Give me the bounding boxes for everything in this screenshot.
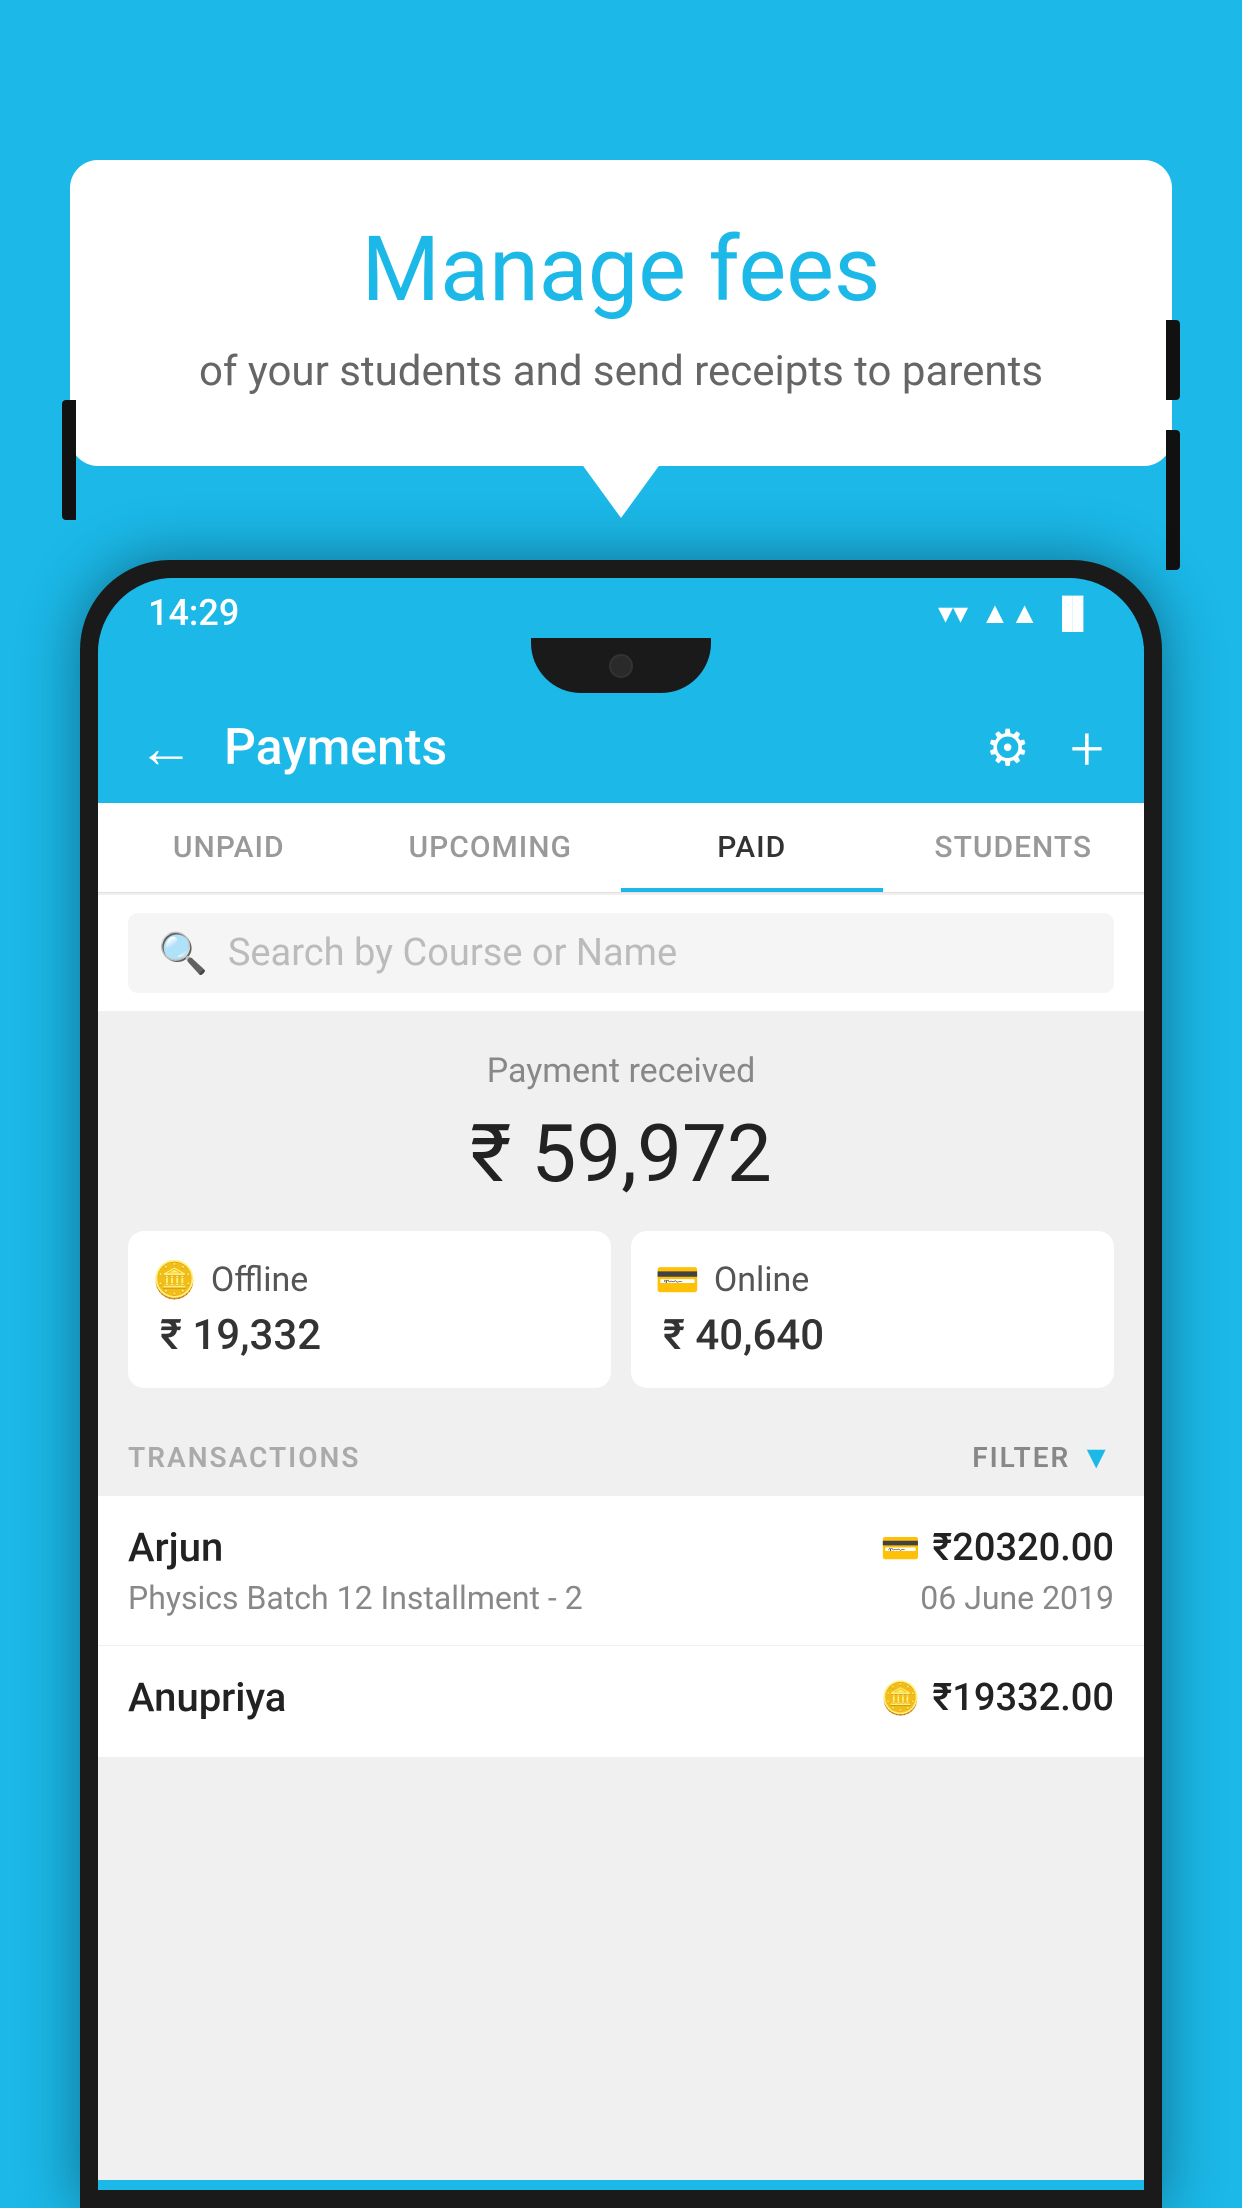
transactions-header: TRANSACTIONS FILTER ▼ xyxy=(98,1418,1144,1496)
tab-unpaid[interactable]: UNPAID xyxy=(98,803,360,892)
amount-value: ₹20320.00 xyxy=(932,1526,1114,1570)
notch-area xyxy=(98,638,1144,693)
transaction-row-top: Arjun 💳 ₹20320.00 xyxy=(128,1524,1114,1571)
app-header: ← Payments ⚙ + xyxy=(98,693,1144,803)
payment-cards: 🪙 Offline ₹ 19,332 💳 Online ₹ 40,640 xyxy=(98,1231,1144,1418)
speech-bubble: Manage fees of your students and send re… xyxy=(70,160,1172,466)
table-row[interactable]: Anupriya 🪙 ₹19332.00 xyxy=(98,1646,1144,1758)
payment-received-label: Payment received xyxy=(98,1051,1144,1091)
offline-label: Offline xyxy=(211,1260,308,1300)
payment-summary: Payment received ₹ 59,972 xyxy=(98,1011,1144,1231)
tabs: UNPAID UPCOMING PAID STUDENTS xyxy=(98,803,1144,893)
cash-payment-icon: 🪙 xyxy=(881,1679,921,1717)
status-time: 14:29 xyxy=(148,592,239,634)
filter-icon: ▼ xyxy=(1080,1438,1114,1476)
signal-icon: ▲▲ xyxy=(980,596,1039,631)
header-icons: ⚙ + xyxy=(985,713,1104,784)
speech-bubble-title: Manage fees xyxy=(140,220,1102,319)
online-icon: 💳 xyxy=(655,1259,700,1301)
payment-received-amount: ₹ 59,972 xyxy=(98,1107,1144,1201)
tab-students[interactable]: STUDENTS xyxy=(883,803,1145,892)
phone-screen: 14:29 ▾▾ ▲▲ ▐▌ ← Payments ⚙ + xyxy=(98,578,1144,2190)
offline-card: 🪙 Offline ₹ 19,332 xyxy=(128,1231,611,1388)
search-container: 🔍 Search by Course or Name xyxy=(98,895,1144,1011)
offline-amount: ₹ 19,332 xyxy=(152,1311,587,1360)
online-amount: ₹ 40,640 xyxy=(655,1311,1090,1360)
date-text: 06 June 2019 xyxy=(920,1579,1114,1617)
amount-info: 🪙 ₹19332.00 xyxy=(881,1676,1114,1720)
transaction-row-bottom: Physics Batch 12 Installment - 2 06 June… xyxy=(128,1579,1114,1617)
search-placeholder: Search by Course or Name xyxy=(228,931,677,975)
header-title: Payments xyxy=(224,719,985,777)
phone-frame: 14:29 ▾▾ ▲▲ ▐▌ ← Payments ⚙ + xyxy=(80,560,1162,2208)
transactions-label: TRANSACTIONS xyxy=(128,1441,360,1474)
wifi-icon: ▾▾ xyxy=(938,596,968,631)
filter-button[interactable]: FILTER ▼ xyxy=(972,1438,1114,1476)
power-button xyxy=(1166,320,1180,400)
status-icons: ▾▾ ▲▲ ▐▌ xyxy=(938,596,1094,631)
table-row[interactable]: Arjun 💳 ₹20320.00 Physics Batch 12 Insta… xyxy=(98,1496,1144,1646)
tab-upcoming[interactable]: UPCOMING xyxy=(360,803,622,892)
transactions-list: Arjun 💳 ₹20320.00 Physics Batch 12 Insta… xyxy=(98,1496,1144,1758)
online-card-header: 💳 Online xyxy=(655,1259,1090,1301)
course-name: Physics Batch 12 Installment - 2 xyxy=(128,1579,583,1617)
tab-paid[interactable]: PAID xyxy=(621,803,883,892)
camera-dot xyxy=(609,654,633,678)
add-icon[interactable]: + xyxy=(1070,713,1104,784)
offline-card-header: 🪙 Offline xyxy=(152,1259,587,1301)
online-card: 💳 Online ₹ 40,640 xyxy=(631,1231,1114,1388)
app-content: UNPAID UPCOMING PAID STUDENTS 🔍 Search b… xyxy=(98,803,1144,2180)
transaction-row-top: Anupriya 🪙 ₹19332.00 xyxy=(128,1674,1114,1721)
online-label: Online xyxy=(714,1260,810,1300)
settings-icon[interactable]: ⚙ xyxy=(985,719,1030,778)
amount-value: ₹19332.00 xyxy=(932,1676,1114,1720)
search-bar[interactable]: 🔍 Search by Course or Name xyxy=(128,913,1114,993)
student-name: Arjun xyxy=(128,1524,223,1571)
amount-info: 💳 ₹20320.00 xyxy=(881,1526,1114,1570)
camera-button xyxy=(1166,430,1180,570)
student-name: Anupriya xyxy=(128,1674,286,1721)
speech-bubble-subtitle: of your students and send receipts to pa… xyxy=(140,347,1102,396)
volume-button xyxy=(62,400,76,520)
offline-icon: 🪙 xyxy=(152,1259,197,1301)
filter-label: FILTER xyxy=(972,1441,1070,1474)
battery-icon: ▐▌ xyxy=(1051,596,1094,631)
search-icon: 🔍 xyxy=(158,930,208,977)
notch xyxy=(531,638,711,693)
back-button[interactable]: ← xyxy=(138,715,194,781)
card-payment-icon: 💳 xyxy=(881,1529,921,1567)
